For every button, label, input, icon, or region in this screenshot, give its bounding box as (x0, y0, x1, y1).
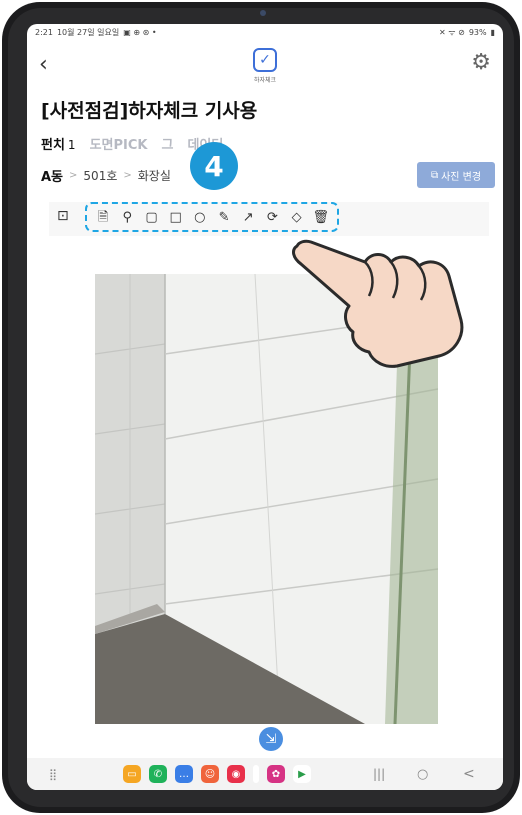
recent-apps-button[interactable]: ||| (373, 767, 385, 781)
breadcrumb-separator: > (69, 170, 78, 181)
tab-drawing-pick[interactable]: 도면PICK (90, 134, 148, 153)
circle-icon[interactable]: ○ (191, 211, 209, 224)
messages-app-icon[interactable]: … (175, 765, 193, 783)
drawing-toolbar: ⊡ 🗎 ⚲ ▢ □ ○ ✎ ↗ ⟳ ◇ 🗑 (49, 202, 489, 232)
location-pin-icon[interactable]: ⚲ (118, 211, 136, 224)
home-button[interactable]: ○ (417, 767, 428, 782)
front-camera (260, 10, 266, 16)
system-back-button[interactable]: < (463, 766, 475, 782)
breadcrumb: A동 > 501호 > 화장실 (41, 166, 171, 185)
floating-action-button[interactable]: ⇲ (259, 727, 283, 751)
tab-third[interactable]: 그 (161, 134, 173, 153)
tab-punch-count: 1 (67, 138, 76, 152)
document-icon[interactable]: 🗎 (94, 211, 112, 224)
rotate-icon[interactable]: ⟳ (263, 211, 281, 224)
notification-icons: ▣ ⊕ ⊛ • (123, 27, 157, 37)
status-date: 10월 27일 일요일 (56, 27, 120, 37)
dock-apps: ▭ ✆ … ☺ ◉ ✿ ▶ (123, 765, 311, 783)
pen-icon[interactable]: ✎ (215, 211, 233, 224)
breadcrumb-separator: > (123, 170, 132, 181)
status-time: 2:21 (35, 27, 53, 37)
folder-app-icon[interactable]: ▭ (123, 765, 141, 783)
page-title: [사전점검]하자체크 기사용 (41, 100, 258, 122)
contacts-app-icon[interactable]: ☺ (201, 765, 219, 783)
battery-level: 93% (468, 27, 487, 37)
battery-icon: ▮ (490, 27, 495, 37)
pointing-hand-icon (292, 239, 464, 368)
tab-punch[interactable]: 펀치 1 (41, 134, 76, 153)
export-icon: ⇲ (265, 731, 277, 747)
camera-app-icon[interactable]: ◉ (227, 765, 245, 783)
rounded-rect-icon[interactable]: ▢ (142, 211, 160, 224)
breadcrumb-room[interactable]: 화장실 (138, 167, 171, 184)
photo-change-button[interactable]: ⧉ 사진 변경 (417, 162, 495, 188)
status-bar: 2:21 10월 27일 일요일 ▣ ⊕ ⊛ • ✕ ᯤ ⊘ 93% ▮ (27, 24, 503, 40)
system-nav-bar: ⣿ ▭ ✆ … ☺ ◉ ✿ ▶ ||| ○ < (27, 758, 503, 790)
eraser-icon[interactable]: ◇ (288, 211, 306, 224)
drawing-tools-highlight: 🗎 ⚲ ▢ □ ○ ✎ ↗ ⟳ ◇ 🗑 (85, 202, 339, 232)
settings-gear-icon[interactable]: ⚙ (471, 50, 491, 75)
arrow-icon[interactable]: ↗ (239, 211, 257, 224)
back-button[interactable]: ‹ (39, 54, 48, 76)
breadcrumb-unit[interactable]: 501호 (83, 167, 117, 184)
breadcrumb-building[interactable]: A동 (41, 166, 63, 185)
image-swap-icon: ⧉ (430, 169, 439, 181)
app-logo-icon: ✓ (253, 48, 277, 72)
photo-change-label: 사진 변경 (441, 171, 482, 183)
dock-divider (253, 765, 259, 783)
play-store-icon[interactable]: ▶ (293, 765, 311, 783)
rectangle-icon[interactable]: □ (167, 211, 185, 224)
gallery-app-icon[interactable]: ✿ (267, 765, 285, 783)
camera-capture-icon[interactable]: ⊡ (57, 208, 69, 224)
app-header: ‹ ✓ 하자체크 ⚙ (27, 42, 503, 90)
phone-app-icon[interactable]: ✆ (149, 765, 167, 783)
screen: 2:21 10월 27일 일요일 ▣ ⊕ ⊛ • ✕ ᯤ ⊘ 93% ▮ ‹ ✓… (27, 24, 503, 790)
step-number-badge: 4 (190, 142, 238, 190)
app-logo-label: 하자체크 (253, 77, 277, 84)
trash-icon[interactable]: 🗑 (312, 211, 330, 224)
app-drawer-icon[interactable]: ⣿ (49, 768, 57, 781)
signal-icons: ✕ ᯤ ⊘ (439, 27, 465, 37)
